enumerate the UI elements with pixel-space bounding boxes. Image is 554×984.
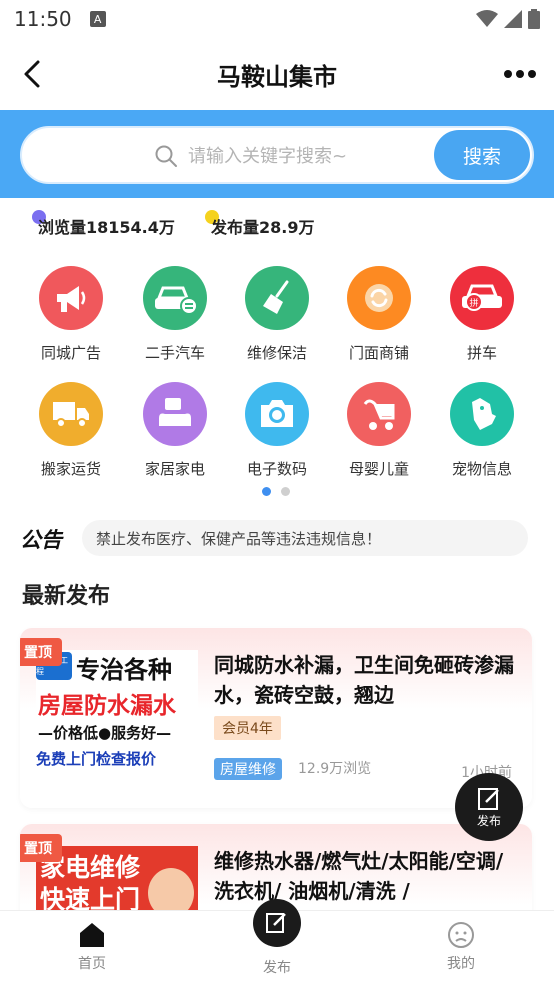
category-icon-circle <box>39 382 103 446</box>
sofa-tv-icon <box>159 398 191 426</box>
member-badge: 会员4年 <box>214 716 281 740</box>
status-icons <box>476 9 540 29</box>
face-icon <box>448 922 474 948</box>
category-pet[interactable]: 宠物信息 <box>432 382 532 479</box>
tab-publish-button[interactable] <box>253 899 301 947</box>
category-icon-circle <box>347 266 411 330</box>
category-label: 电子数码 <box>246 460 307 478</box>
category-label: 母婴儿童 <box>348 460 409 478</box>
category-icon-circle <box>450 382 514 446</box>
category-icon-circle <box>143 266 207 330</box>
broom-icon <box>263 280 289 314</box>
battery-icon <box>528 9 540 29</box>
views-stat: 浏览量18154.4万 <box>32 210 175 238</box>
post-card[interactable]: 置顶 马鞍山工程 专治各种 房屋防水漏水 —价格低●服务好— 免费上门检查报价 … <box>20 628 532 808</box>
category-icon-circle: 拼 <box>450 266 514 330</box>
notification-icon: A <box>89 11 106 27</box>
thumb-line: 房屋防水漏水 <box>38 693 176 719</box>
category-label: 宠物信息 <box>451 460 512 478</box>
pin-badge: 置顶 <box>20 638 62 666</box>
thumb-line: 免费上门检查报价 <box>36 750 157 768</box>
category-used-car[interactable]: 二手汽车 <box>125 266 225 363</box>
category-label: 同城广告 <box>40 344 101 362</box>
tab-mine-label: 我的 <box>447 956 475 972</box>
status-bar: 11:50 A <box>0 0 554 38</box>
more-dot-icon <box>516 70 524 78</box>
car-icon <box>155 286 197 315</box>
category-pager <box>262 487 290 496</box>
category-label: 家居家电 <box>144 460 205 478</box>
views-label: 浏览量18154.4万 <box>38 218 175 237</box>
category-icon-circle <box>39 266 103 330</box>
edit-icon <box>478 787 499 810</box>
tab-home-label: 首页 <box>78 956 106 972</box>
category-label: 维修保洁 <box>246 344 307 362</box>
floating-publish-label: 发布 <box>476 813 501 828</box>
notice-text[interactable]: 禁止发布医疗、保健产品等违法违规信息！ <box>82 520 528 556</box>
category-icon-circle <box>143 382 207 446</box>
category-label: 搬家运货 <box>40 460 101 478</box>
category-label: 拼车 <box>466 344 497 362</box>
notice-logo: 公告 <box>20 528 62 552</box>
category-label: 门面商铺 <box>348 344 409 362</box>
category-cleaning[interactable]: 维修保洁 <box>227 266 327 363</box>
floating-publish-button[interactable]: 发布 <box>455 773 523 841</box>
category-icon-circle <box>347 382 411 446</box>
carpool-icon: 拼 <box>462 284 502 311</box>
tab-mine[interactable]: 我的 <box>416 921 506 973</box>
edit-icon <box>266 913 286 933</box>
dog-icon <box>472 398 496 430</box>
bottom-tab-bar: 首页 发布 我的 <box>0 899 554 984</box>
category-shop[interactable]: 门面商铺 <box>329 266 429 363</box>
chevron-left-icon <box>24 60 40 88</box>
category-home-appliance[interactable]: 家居家电 <box>125 382 225 479</box>
thumb-line: 专治各种 <box>76 656 172 684</box>
page-title: 马鞍山集市 <box>217 62 337 91</box>
tab-home[interactable]: 首页 <box>47 921 137 973</box>
home-icon <box>80 923 104 947</box>
megaphone-icon <box>57 286 86 312</box>
category-icon-circle <box>245 382 309 446</box>
back-button[interactable] <box>14 56 50 92</box>
signal-icon <box>504 10 522 28</box>
search-band: 搜索 <box>0 110 554 198</box>
pin-badge: 置顶 <box>20 834 62 862</box>
notice-bar: 公告 禁止发布医疗、保健产品等违法违规信息！ <box>20 520 534 556</box>
tab-publish-label[interactable]: 发布 <box>232 957 322 977</box>
nav-bar: 马鞍山集市 <box>0 38 554 110</box>
category-electronics[interactable]: 电子数码 <box>227 382 327 479</box>
post-title[interactable]: 同城防水补漏，卫生间免砸砖渗漏水，瓷砖空鼓，翘边 <box>214 650 514 710</box>
thumb-line: —价格低●服务好— <box>38 724 172 742</box>
status-time: 11:50 <box>14 7 72 31</box>
more-button[interactable] <box>500 58 540 90</box>
search-button[interactable]: 搜索 <box>434 130 530 180</box>
posts-label: 发布量28.9万 <box>211 218 315 237</box>
stroller-icon <box>363 399 395 430</box>
pager-dot[interactable] <box>281 487 290 496</box>
category-icon-circle <box>245 266 309 330</box>
category-moving[interactable]: 搬家运货 <box>21 382 121 479</box>
category-tag: 房屋维修 <box>214 758 282 780</box>
category-carpool[interactable]: 拼 拼车 <box>432 266 532 363</box>
camera-icon <box>261 400 293 427</box>
svg-text:拼: 拼 <box>469 297 478 309</box>
post-thumbnail[interactable]: 马鞍山工程 专治各种 房屋防水漏水 —价格低●服务好— 免费上门检查报价 <box>36 650 198 776</box>
category-baby[interactable]: 母婴儿童 <box>329 382 429 479</box>
category-label: 二手汽车 <box>144 344 205 362</box>
section-title: 最新发布 <box>22 584 111 609</box>
shop-icon <box>365 284 393 312</box>
more-dot-icon <box>504 70 512 78</box>
pager-dot-active[interactable] <box>262 487 271 496</box>
search-input[interactable] <box>188 141 428 171</box>
view-count: 12.9万浏览 <box>298 761 372 777</box>
posts-stat: 发布量28.9万 <box>205 210 315 238</box>
more-dot-icon <box>528 70 536 78</box>
search-icon <box>155 145 177 167</box>
wifi-icon <box>476 10 498 27</box>
truck-icon <box>53 402 89 428</box>
category-ad[interactable]: 同城广告 <box>21 266 121 363</box>
post-title[interactable]: 维修热水器/燃气灶/太阳能/空调/洗衣机/ 油烟机/清洗 / <box>214 846 514 906</box>
stats-row: 浏览量18154.4万 发布量28.9万 <box>0 208 554 244</box>
search-box[interactable]: 搜索 <box>20 126 534 184</box>
